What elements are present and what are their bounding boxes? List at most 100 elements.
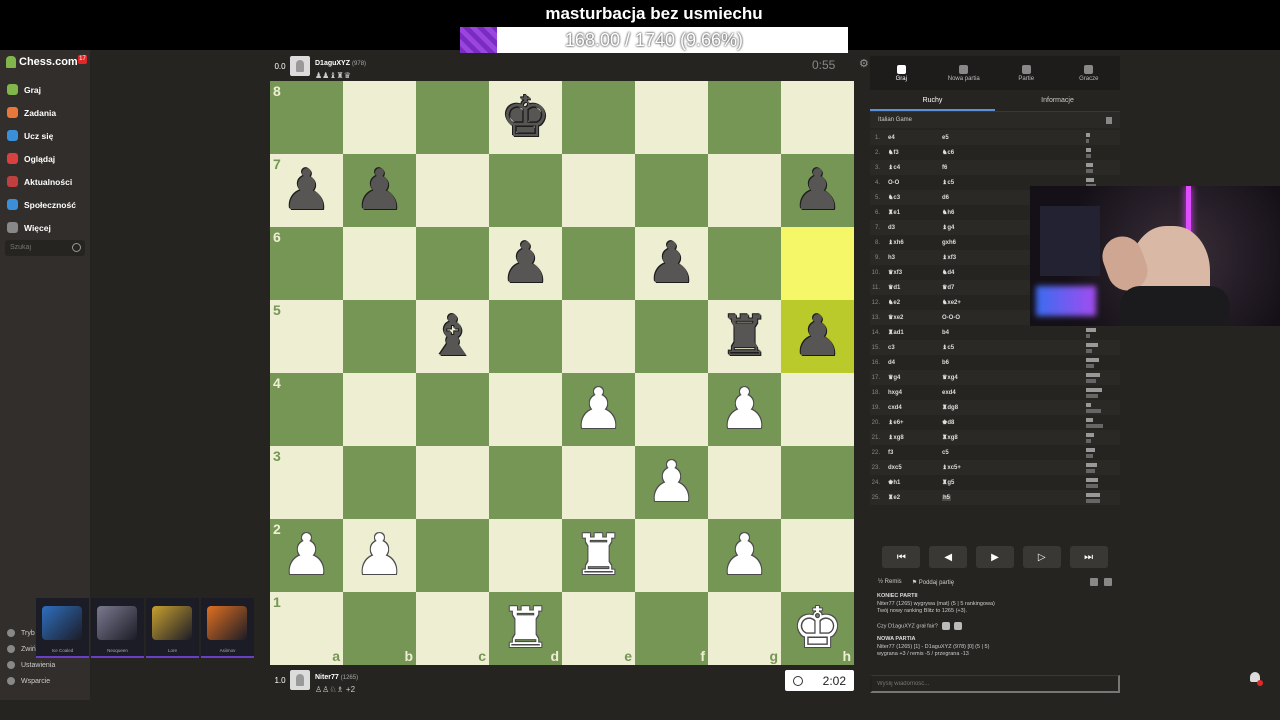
square-h7[interactable]: ♟ [781,154,854,227]
square-a8[interactable]: 8 [270,81,343,154]
square-h1[interactable]: h ♚ [781,592,854,665]
white-move[interactable]: ♜ad1 [888,329,942,336]
square-f2[interactable] [635,519,708,592]
square-d2[interactable] [489,519,562,592]
sidebar-item-6[interactable]: Więcej [0,216,90,239]
thumbs-up-icon[interactable] [941,621,950,630]
white-move[interactable]: ♛xe2 [888,314,942,321]
analysis-icon[interactable] [1090,578,1098,586]
black-move[interactable]: c5 [942,450,949,456]
square-g2[interactable]: ♟ [708,519,781,592]
square-f3[interactable]: ♟ [635,446,708,519]
sidebar-item-4[interactable]: Aktualności [0,170,90,193]
square-b3[interactable] [343,446,416,519]
black-move[interactable]: ♝c5 [942,180,954,186]
square-g6[interactable] [708,227,781,300]
sidebar-item-5[interactable]: Społeczność [0,193,90,216]
square-e4[interactable]: ♟ [562,373,635,446]
square-g7[interactable] [708,154,781,227]
square-b7[interactable]: ♟ [343,154,416,227]
white-move[interactable]: h3 [888,255,942,261]
resign-button[interactable]: ⚑ Poddaj partię [912,579,954,586]
square-d8[interactable]: ♚ [489,81,562,154]
black-move[interactable]: ♞xe2+ [942,300,961,306]
white-move[interactable]: ♝xh6 [888,239,942,246]
black-move[interactable]: ♝g4 [942,225,954,231]
white-move[interactable]: hxg4 [888,390,942,396]
square-e1[interactable]: e [562,592,635,665]
square-f8[interactable] [635,81,708,154]
square-b5[interactable] [343,300,416,373]
square-c8[interactable] [416,81,489,154]
white-rook-icon[interactable]: ♜ [500,600,550,657]
panel-subtab-1[interactable]: Informacje [995,90,1120,111]
square-e8[interactable] [562,81,635,154]
black-move[interactable]: f6 [942,165,947,171]
bottom-player-avatar[interactable] [290,670,310,690]
white-move[interactable]: ♜e2 [888,494,942,501]
black-bishop-icon[interactable]: ♝ [427,308,477,365]
white-pawn-icon[interactable]: ♟ [281,527,331,584]
sidebar-item-0[interactable]: Graj [0,78,90,101]
white-move[interactable]: c3 [888,345,942,351]
square-g3[interactable] [708,446,781,519]
square-g5[interactable]: ♜ [708,300,781,373]
white-pawn-icon[interactable]: ♟ [719,527,769,584]
black-pawn-icon[interactable]: ♟ [792,162,842,219]
black-move[interactable]: ♝xf3 [942,255,956,261]
chat-input[interactable] [870,675,1120,693]
white-move[interactable]: ♝e6+ [888,419,942,426]
square-d3[interactable] [489,446,562,519]
black-move[interactable]: ♜g5 [942,480,954,486]
square-d5[interactable] [489,300,562,373]
square-b1[interactable]: b [343,592,416,665]
white-move[interactable]: d3 [888,225,942,231]
white-move[interactable]: ♝xg8 [888,434,942,441]
square-h8[interactable] [781,81,854,154]
white-move[interactable]: ♜e1 [888,209,942,216]
white-rook-icon[interactable]: ♜ [573,527,623,584]
black-move[interactable]: d6 [942,195,949,201]
panel-tab-3[interactable]: Gracze [1058,56,1121,90]
square-e6[interactable] [562,227,635,300]
draw-button[interactable]: ½ Remis [878,579,902,585]
sidebar-bottom-item-3[interactable]: Wsparcie [0,673,90,689]
search-icon[interactable] [72,243,81,252]
white-pawn-icon[interactable]: ♟ [354,527,404,584]
black-pawn-icon[interactable]: ♟ [646,235,696,292]
white-move[interactable]: cxd4 [888,405,942,411]
sidebar-bottom-item-2[interactable]: Ustawienia [0,657,90,673]
square-a1[interactable]: 1a [270,592,343,665]
square-c6[interactable] [416,227,489,300]
black-pawn-icon[interactable]: ♟ [354,162,404,219]
prev-move-button[interactable]: ◀ [929,546,968,568]
panel-tab-0[interactable]: Graj [870,56,933,90]
white-move[interactable]: ♚h1 [888,479,942,486]
square-c4[interactable] [416,373,489,446]
square-c5[interactable]: ♝ [416,300,489,373]
white-pawn-icon[interactable]: ♟ [646,454,696,511]
white-move[interactable]: ♛d1 [888,284,942,291]
black-move[interactable]: ♛d7 [942,285,954,291]
bottom-player-name[interactable]: Niter77 [315,674,339,681]
sidebar-item-3[interactable]: Oglądaj [0,147,90,170]
thumbs-down-icon[interactable] [953,621,962,630]
white-king-icon[interactable]: ♚ [792,600,842,657]
black-move[interactable]: gxh6 [942,240,956,246]
square-c7[interactable] [416,154,489,227]
white-move[interactable]: ♞f3 [888,149,942,156]
square-h6[interactable] [781,227,854,300]
white-move[interactable]: ♛xf3 [888,269,942,276]
black-move[interactable]: h5 [942,494,952,501]
bookmark-icon[interactable] [1106,116,1112,124]
square-d6[interactable]: ♟ [489,227,562,300]
square-e7[interactable] [562,154,635,227]
square-a4[interactable]: 4 [270,373,343,446]
black-rook-icon[interactable]: ♜ [719,308,769,365]
square-d4[interactable] [489,373,562,446]
black-pawn-icon[interactable]: ♟ [281,162,331,219]
square-e5[interactable] [562,300,635,373]
black-move[interactable]: b6 [942,360,949,366]
panel-tab-1[interactable]: Nowa partia [933,56,996,90]
sidebar-item-2[interactable]: Ucz się [0,124,90,147]
